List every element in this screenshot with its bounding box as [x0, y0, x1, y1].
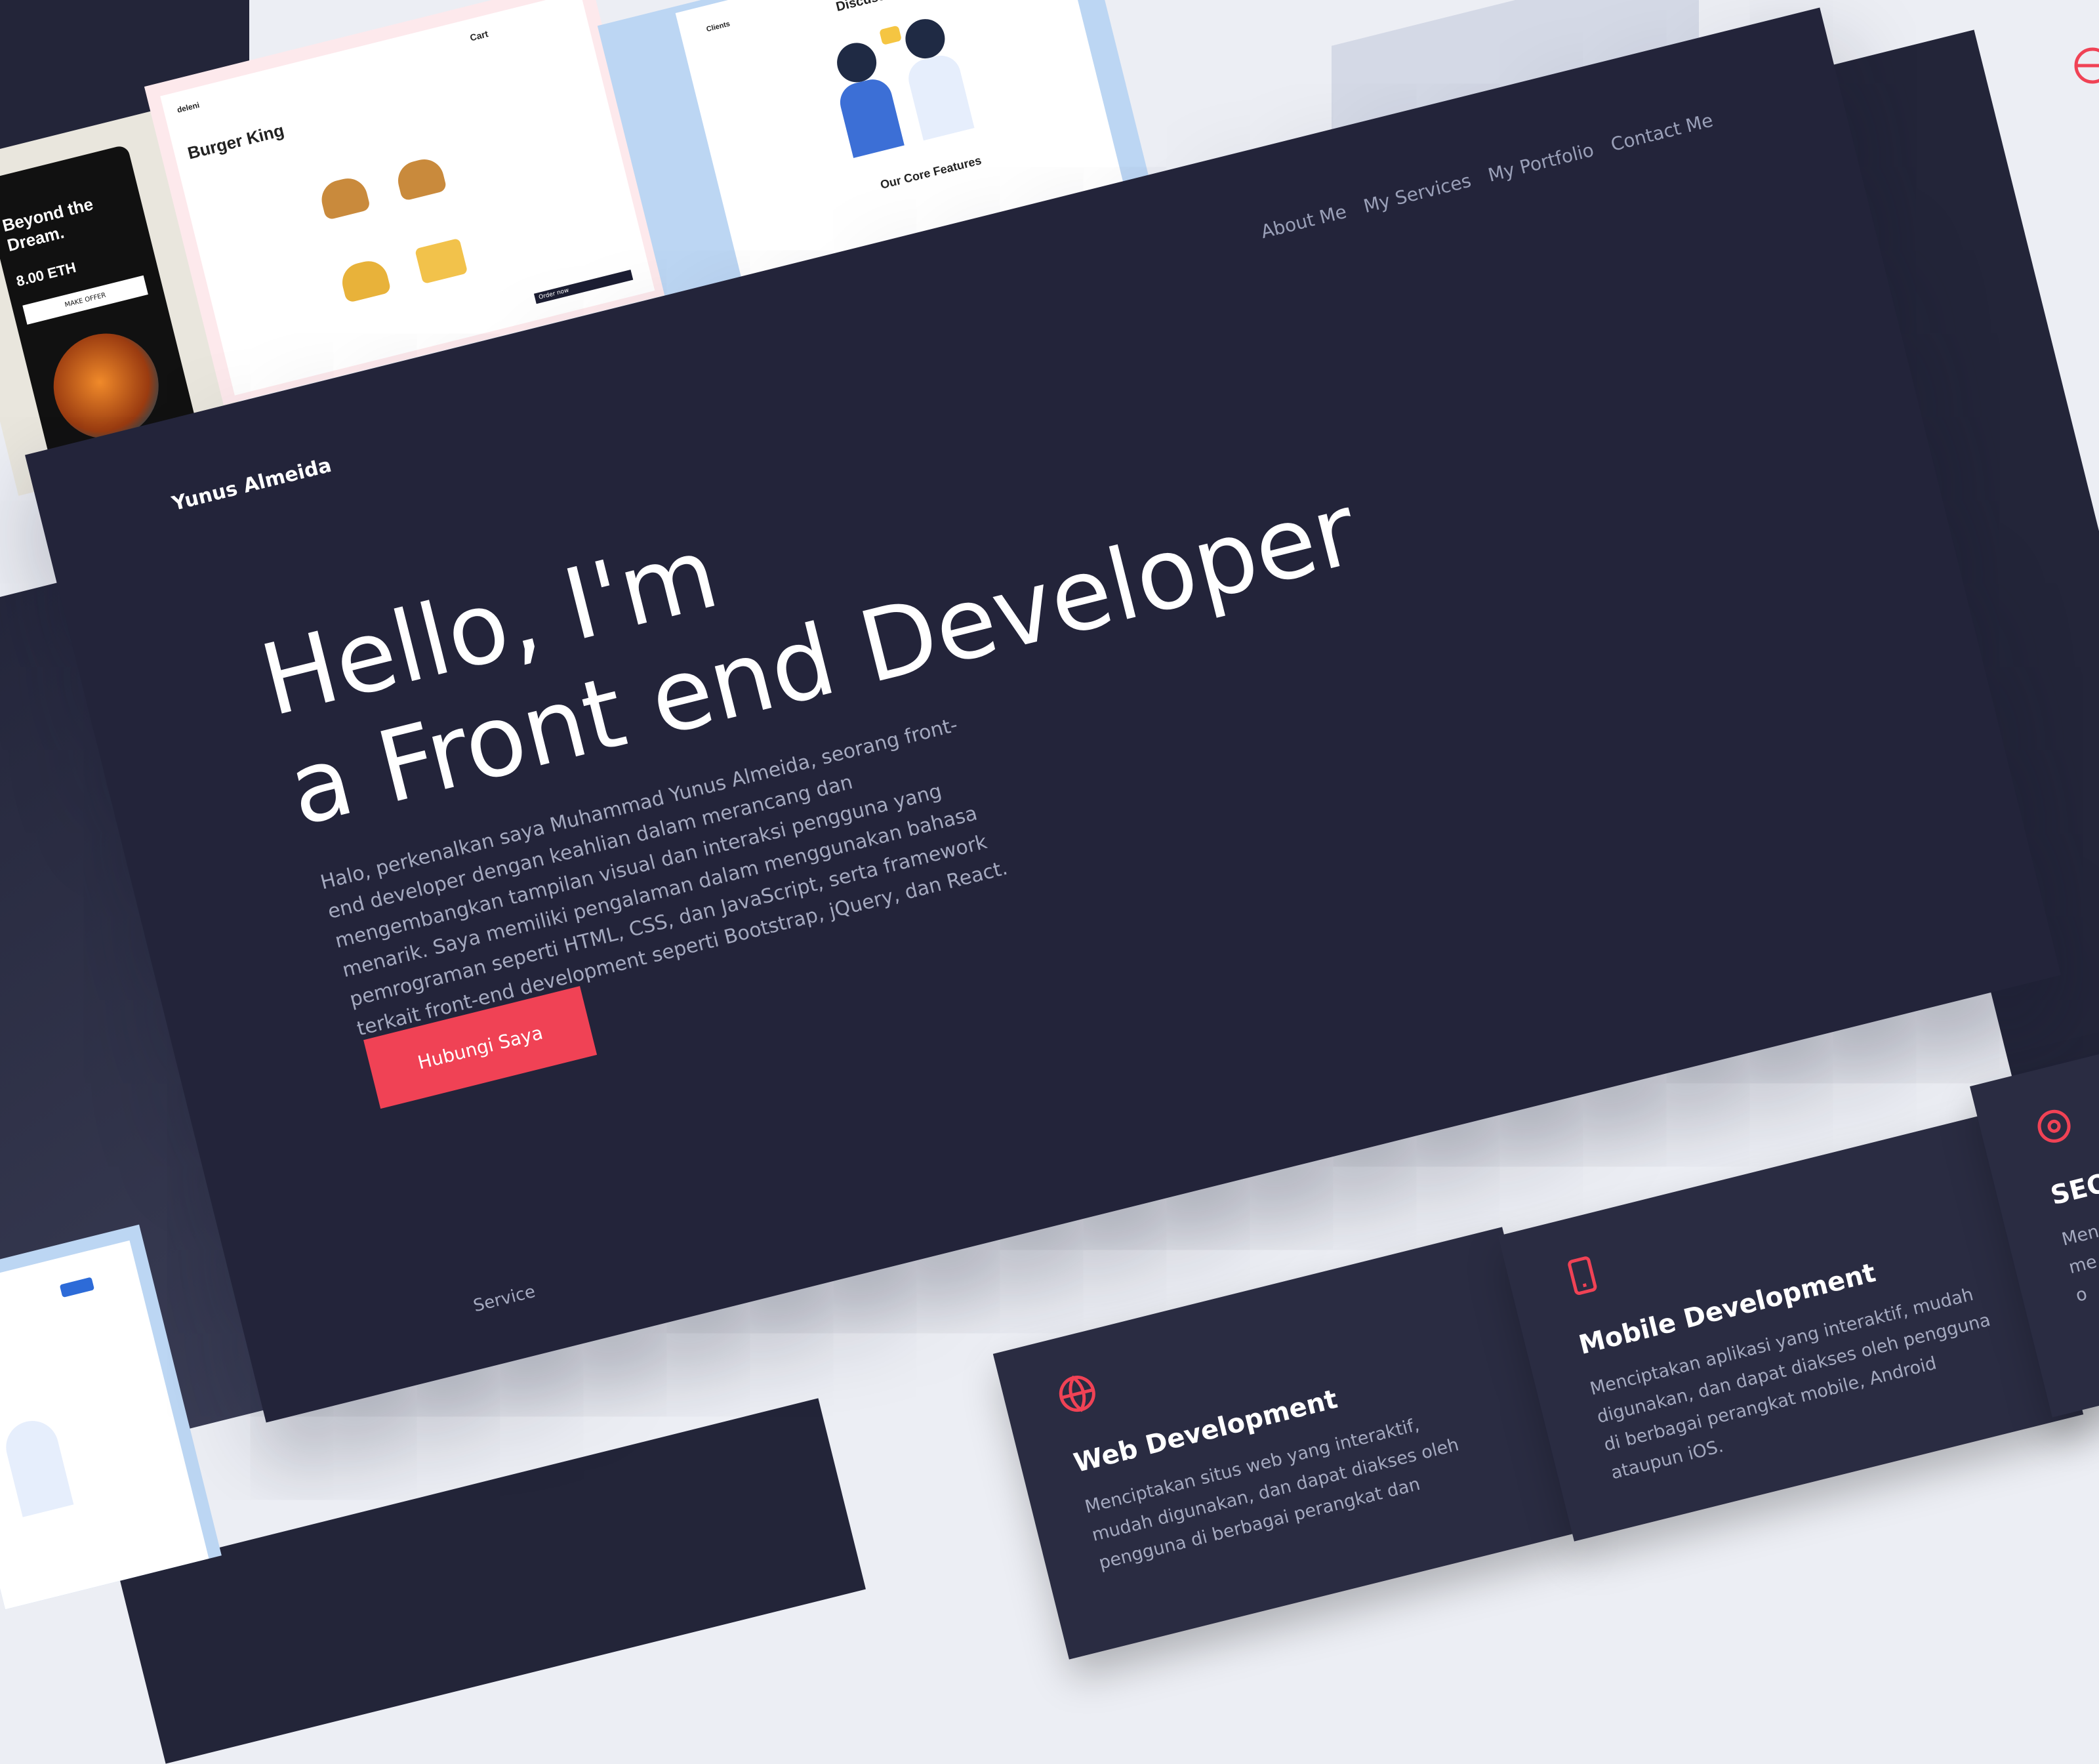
mobile-icon: [1568, 1256, 1597, 1295]
globe-icon-partial: [2074, 47, 2099, 84]
consult-title: Discussion: [834, 0, 906, 15]
food-image-4: [415, 237, 468, 285]
consult-clients: Clients: [705, 20, 731, 34]
consult-button-2[interactable]: [59, 1277, 95, 1298]
food-restaurant-title: Burger King: [185, 120, 286, 163]
service-desc-seo: Men me pe o: [2060, 1221, 2099, 1306]
showcase-scene: Beyond the Dream. 8.00 ETH MAKE OFFER de…: [0, 0, 2099, 1764]
nft-price: 8.00 ETH: [14, 258, 78, 290]
service-section-label: Service: [471, 1281, 538, 1317]
nav-portfolio[interactable]: My Portfolio: [1486, 139, 1596, 186]
consult-figure-2: [0, 1415, 74, 1517]
service-card-web[interactable]: Web Development Menciptakan situs web ya…: [992, 1227, 1579, 1660]
main-nav: About Me My Services My Portfolio Contac…: [1259, 110, 1715, 243]
food-image-3: [338, 256, 392, 304]
site-logo[interactable]: Yunus Almeida: [170, 454, 334, 516]
service-title-seo: SEO: [2047, 1167, 2099, 1212]
order-now-button[interactable]: Order now: [533, 269, 634, 304]
food-brand: deleni: [176, 100, 201, 115]
food-image-2: [394, 155, 447, 201]
bg-panel-bottom: [118, 1398, 866, 1764]
food-image-1: [317, 174, 371, 221]
nav-services[interactable]: My Services: [1361, 170, 1473, 218]
globe-icon: [1059, 1375, 1095, 1412]
nav-about[interactable]: About Me: [1259, 201, 1349, 243]
consult-core-features: Our Core Features: [878, 154, 983, 192]
service-desc-mobile: Menciptakan aplikasi yang interaktif, mu…: [1587, 1284, 1993, 1484]
target-icon: [2037, 1109, 2071, 1143]
food-cart-title: Cart: [468, 28, 489, 43]
nft-title: Beyond the Dream.: [0, 194, 96, 256]
consult-illustration: [817, 4, 988, 166]
nav-contact[interactable]: Contact Me: [1608, 110, 1715, 156]
